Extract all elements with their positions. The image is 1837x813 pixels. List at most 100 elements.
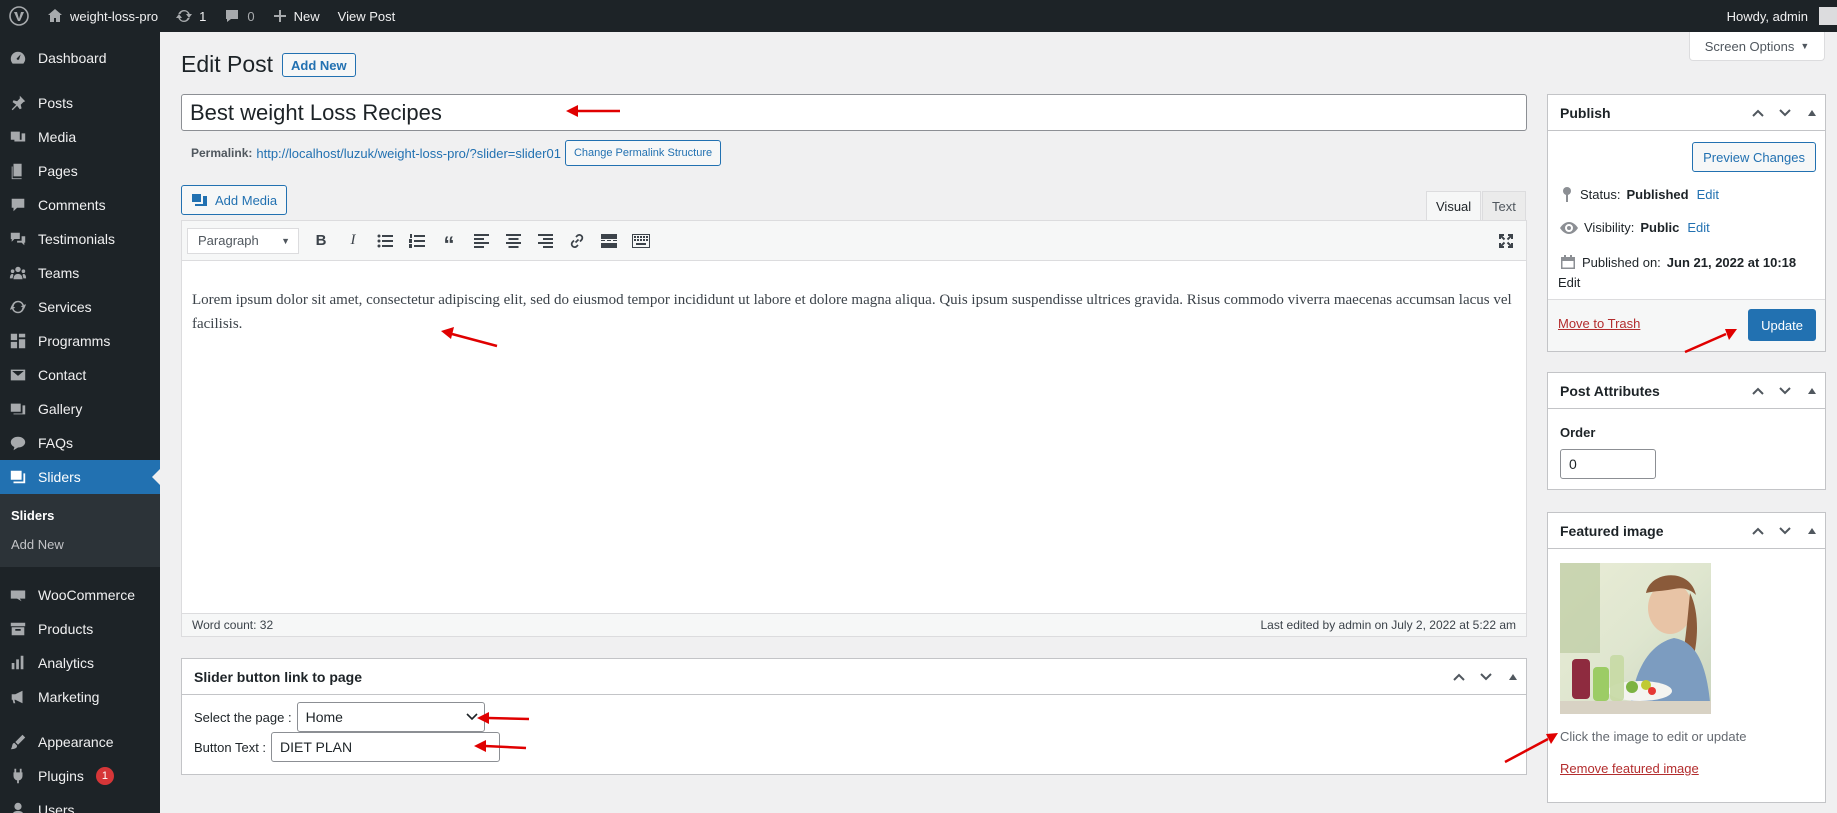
edit-status-link[interactable]: Edit [1697,187,1719,202]
permalink-link[interactable]: http://localhost/luzuk/weight-loss-pro/?… [256,146,561,161]
select-page-label: Select the page : [194,709,292,725]
edit-visibility-link[interactable]: Edit [1687,220,1709,235]
toggle-panel-button[interactable] [1798,373,1825,409]
numbered-list-button[interactable] [405,229,429,253]
format-select[interactable]: Paragraph ▼ [187,227,299,254]
move-to-trash-link[interactable]: Move to Trash [1558,316,1640,331]
view-post-link[interactable]: View Post [329,0,405,32]
remove-featured-image-link[interactable]: Remove featured image [1560,761,1699,776]
caret-down-icon: ▼ [281,235,290,246]
sidebar-item-gallery[interactable]: Gallery [0,392,160,426]
tab-text[interactable]: Text [1482,191,1526,220]
metabox-controls [1744,513,1825,549]
chevron-down-icon [1778,527,1791,535]
sidebar-item-programms[interactable]: Programms [0,324,160,358]
move-down-button[interactable] [1771,373,1798,409]
site-name-link[interactable]: weight-loss-pro [38,0,167,32]
slider-link-metabox-header: Slider button link to page [182,659,1526,695]
fullscreen-button[interactable] [1494,229,1518,253]
my-account-link[interactable]: Howdy, admin [1718,0,1837,32]
align-center-button[interactable] [501,229,525,253]
edit-date-link[interactable]: Edit [1558,275,1580,290]
metabox-controls [1445,659,1526,695]
button-text-input[interactable]: DIET PLAN [271,732,501,762]
sidebar-item-comments[interactable]: Comments [0,188,160,222]
move-up-button[interactable] [1744,373,1771,409]
sidebar-item-sliders[interactable]: Sliders [0,460,160,494]
change-permalink-button[interactable]: Change Permalink Structure [564,140,722,166]
featured-image-thumbnail[interactable] [1560,563,1711,714]
sidebar-item-analytics[interactable]: Analytics [0,646,160,680]
triangle-up-icon [1807,388,1816,394]
toolbar-toggle-button[interactable] [629,229,653,253]
grid-icon [8,331,28,351]
screen-options-button[interactable]: Screen Options ▼ [1689,32,1825,61]
add-new-button[interactable]: Add New [282,53,356,77]
sidebar-item-plugins[interactable]: Plugins 1 [0,759,160,793]
toggle-panel-button[interactable] [1798,95,1825,131]
sidebar-item-appearance[interactable]: Appearance [0,725,160,759]
new-content-link[interactable]: New [264,0,329,32]
bulleted-list-button[interactable] [373,229,397,253]
order-input[interactable]: 0 [1560,449,1656,479]
plugins-update-badge: 1 [95,767,114,785]
bold-icon: B [315,232,327,249]
sidebar-item-products[interactable]: Products [0,612,160,646]
sidebar-item-posts[interactable]: Posts [0,86,160,120]
move-up-button[interactable] [1445,659,1472,695]
wordpress-logo-button[interactable] [0,0,38,32]
sidebar-item-testimonials[interactable]: Testimonials [0,222,160,256]
sidebar-item-contact[interactable]: Contact [0,358,160,392]
sidebar-item-faqs[interactable]: FAQs [0,426,160,460]
sidebar-item-teams[interactable]: Teams [0,256,160,290]
move-up-button[interactable] [1744,95,1771,131]
sidebar-item-label: Programms [38,333,111,349]
slides-icon [8,467,28,487]
link-icon [570,233,584,248]
sidebar-item-marketing[interactable]: Marketing [0,680,160,714]
updates-link[interactable]: 1 [167,0,215,32]
preview-changes-button[interactable]: Preview Changes [1692,142,1816,172]
post-title-input[interactable]: Best weight Loss Recipes [181,94,1527,131]
visibility-value: Public [1640,220,1680,235]
sidebar-item-pages[interactable]: Pages [0,154,160,188]
toggle-panel-button[interactable] [1499,659,1526,695]
published-on-label: Published on: [1582,254,1661,270]
tab-visual[interactable]: Visual [1426,191,1482,221]
comments-count: 0 [247,8,255,24]
metabox-controls [1744,373,1825,409]
move-down-button[interactable] [1771,513,1798,549]
toggle-panel-button[interactable] [1798,513,1825,549]
comments-link[interactable]: 0 [215,0,263,32]
editor-content-area[interactable]: Lorem ipsum dolor sit amet, consectetur … [182,261,1526,336]
add-media-label: Add Media [215,192,278,208]
select-page-dropdown[interactable]: Home [296,702,485,732]
sidebar-item-label: Dashboard [38,50,107,66]
sidebar-item-label: WooCommerce [38,587,135,603]
sidebar-item-woocommerce[interactable]: WooCommerce [0,578,160,612]
submenu-item-sliders[interactable]: Sliders [0,501,160,530]
italic-button[interactable]: I [341,229,365,253]
bold-button[interactable]: B [309,229,333,253]
submenu-item-add-new[interactable]: Add New [0,530,160,559]
align-right-button[interactable] [533,229,557,253]
insert-link-button[interactable] [565,229,589,253]
move-down-button[interactable] [1472,659,1499,695]
media-icon [8,127,28,147]
move-down-button[interactable] [1771,95,1798,131]
read-more-button[interactable] [597,229,621,253]
update-button[interactable]: Update [1748,309,1816,341]
woo-icon [8,585,28,605]
chevron-down-icon [1778,109,1791,117]
add-media-button[interactable]: Add Media [181,185,288,215]
sidebar-item-dashboard[interactable]: Dashboard [0,41,160,75]
move-up-button[interactable] [1744,513,1771,549]
sidebar-item-media[interactable]: Media [0,120,160,154]
sidebar-item-services[interactable]: Services [0,290,160,324]
admin-sidebar: Dashboard Posts Media Pages Comments Tes… [0,32,160,813]
status-label: Status: [1580,186,1621,202]
sidebar-item-users[interactable]: Users [0,793,160,813]
pages-icon [8,161,28,181]
align-left-button[interactable] [469,229,493,253]
blockquote-button[interactable]: “ [437,229,461,255]
